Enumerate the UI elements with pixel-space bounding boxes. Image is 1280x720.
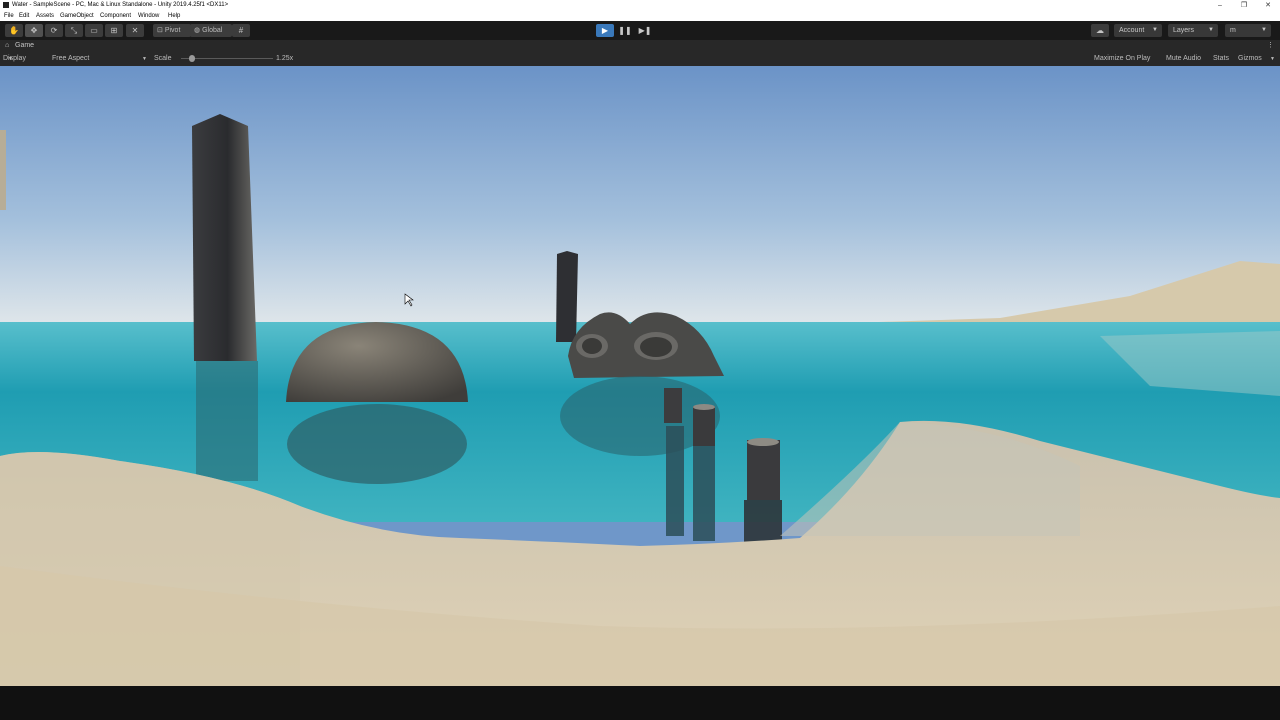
chevron-down-icon: ▼	[1261, 27, 1267, 33]
layout-dropdown[interactable]: m ▼	[1225, 24, 1271, 37]
game-viewport[interactable]	[0, 66, 1280, 686]
cloud-icon[interactable]: ☁	[1091, 24, 1109, 37]
window-title: Water - SampleScene - PC, Mac & Linux St…	[12, 2, 229, 8]
pause-button[interactable]: ❚❚	[616, 24, 634, 37]
scene-render	[0, 66, 1280, 686]
mute-audio-toggle[interactable]: Mute Audio	[1166, 52, 1201, 66]
play-button[interactable]: ▶	[596, 24, 614, 37]
minimize-button[interactable]: –	[1209, 0, 1231, 11]
step-button[interactable]: ▶❚	[636, 24, 654, 37]
tab-game[interactable]: Game	[15, 40, 34, 52]
tab-options-icon[interactable]: ⋮	[1267, 40, 1274, 52]
account-label: Account	[1119, 27, 1145, 34]
layout-label: m	[1230, 27, 1236, 34]
global-toggle[interactable]: ◍ Global	[190, 24, 232, 37]
menu-help[interactable]: Help	[168, 11, 180, 21]
aspect-label: Free Aspect	[52, 55, 90, 62]
scale-label: Scale	[154, 55, 172, 62]
move-tool-icon[interactable]: ✥	[25, 24, 43, 37]
maximize-on-play-toggle[interactable]: Maximize On Play	[1094, 52, 1150, 66]
gizmos-toggle[interactable]: Gizmos	[1238, 52, 1262, 66]
layers-dropdown[interactable]: Layers ▼	[1168, 24, 1218, 37]
chevron-down-icon: ▼	[142, 56, 147, 62]
menu-bar: File Edit Assets GameObject Component Wi…	[0, 11, 1280, 21]
chevron-down-icon: ▼	[1152, 27, 1158, 33]
pivot-label: Pivot	[164, 27, 181, 34]
bottom-letterbox	[0, 686, 1280, 720]
transform-tool-icon[interactable]: ⊞	[105, 24, 123, 37]
layers-label: Layers	[1173, 27, 1195, 34]
scale-tool-icon[interactable]: ⤡	[65, 24, 83, 37]
game-tab-bar: ⌂ Game ⋮	[0, 40, 1280, 52]
pivot-icon: ⊡	[157, 27, 163, 34]
menu-file[interactable]: File	[4, 11, 14, 21]
menu-component[interactable]: Component	[100, 11, 131, 21]
menu-window[interactable]: Window	[138, 11, 159, 21]
global-label: Global	[202, 27, 223, 34]
main-toolbar: ✋ ✥ ⟳ ⤡ ▭ ⊞ ✕ ⊡ Pivot ◍ Global # ▶ ❚❚ ▶❚…	[0, 21, 1280, 40]
menu-assets[interactable]: Assets	[36, 11, 54, 21]
game-controller-icon: ⌂	[5, 42, 10, 49]
hand-tool-icon[interactable]: ✋	[5, 24, 23, 37]
scale-slider-handle[interactable]	[189, 55, 195, 62]
window-title-bar: Water - SampleScene - PC, Mac & Linux St…	[0, 0, 1280, 11]
custom-tool-icon[interactable]: ✕	[126, 24, 144, 37]
scale-value: 1.25x	[276, 55, 294, 62]
grid-snap-icon[interactable]: #	[232, 24, 250, 37]
unity-logo-icon	[3, 2, 9, 8]
game-view-toolbar: Display 1 ▼ Free Aspect ▼ Scale 1.25x Ma…	[0, 52, 1280, 76]
chevron-down-icon: ▼	[8, 56, 13, 62]
rect-tool-icon[interactable]: ▭	[85, 24, 103, 37]
stats-toggle[interactable]: Stats	[1213, 52, 1229, 66]
chevron-down-icon[interactable]: ▼	[1270, 52, 1275, 66]
restore-button[interactable]: ❐	[1233, 0, 1255, 11]
chevron-down-icon: ▼	[1208, 27, 1214, 33]
globe-icon: ◍	[194, 27, 201, 34]
menu-edit[interactable]: Edit	[19, 11, 29, 21]
menu-gameobject[interactable]: GameObject	[60, 11, 94, 21]
pivot-toggle[interactable]: ⊡ Pivot	[153, 24, 191, 37]
rotate-tool-icon[interactable]: ⟳	[45, 24, 63, 37]
account-dropdown[interactable]: Account ▼	[1114, 24, 1162, 37]
close-button[interactable]: ✕	[1257, 0, 1279, 11]
